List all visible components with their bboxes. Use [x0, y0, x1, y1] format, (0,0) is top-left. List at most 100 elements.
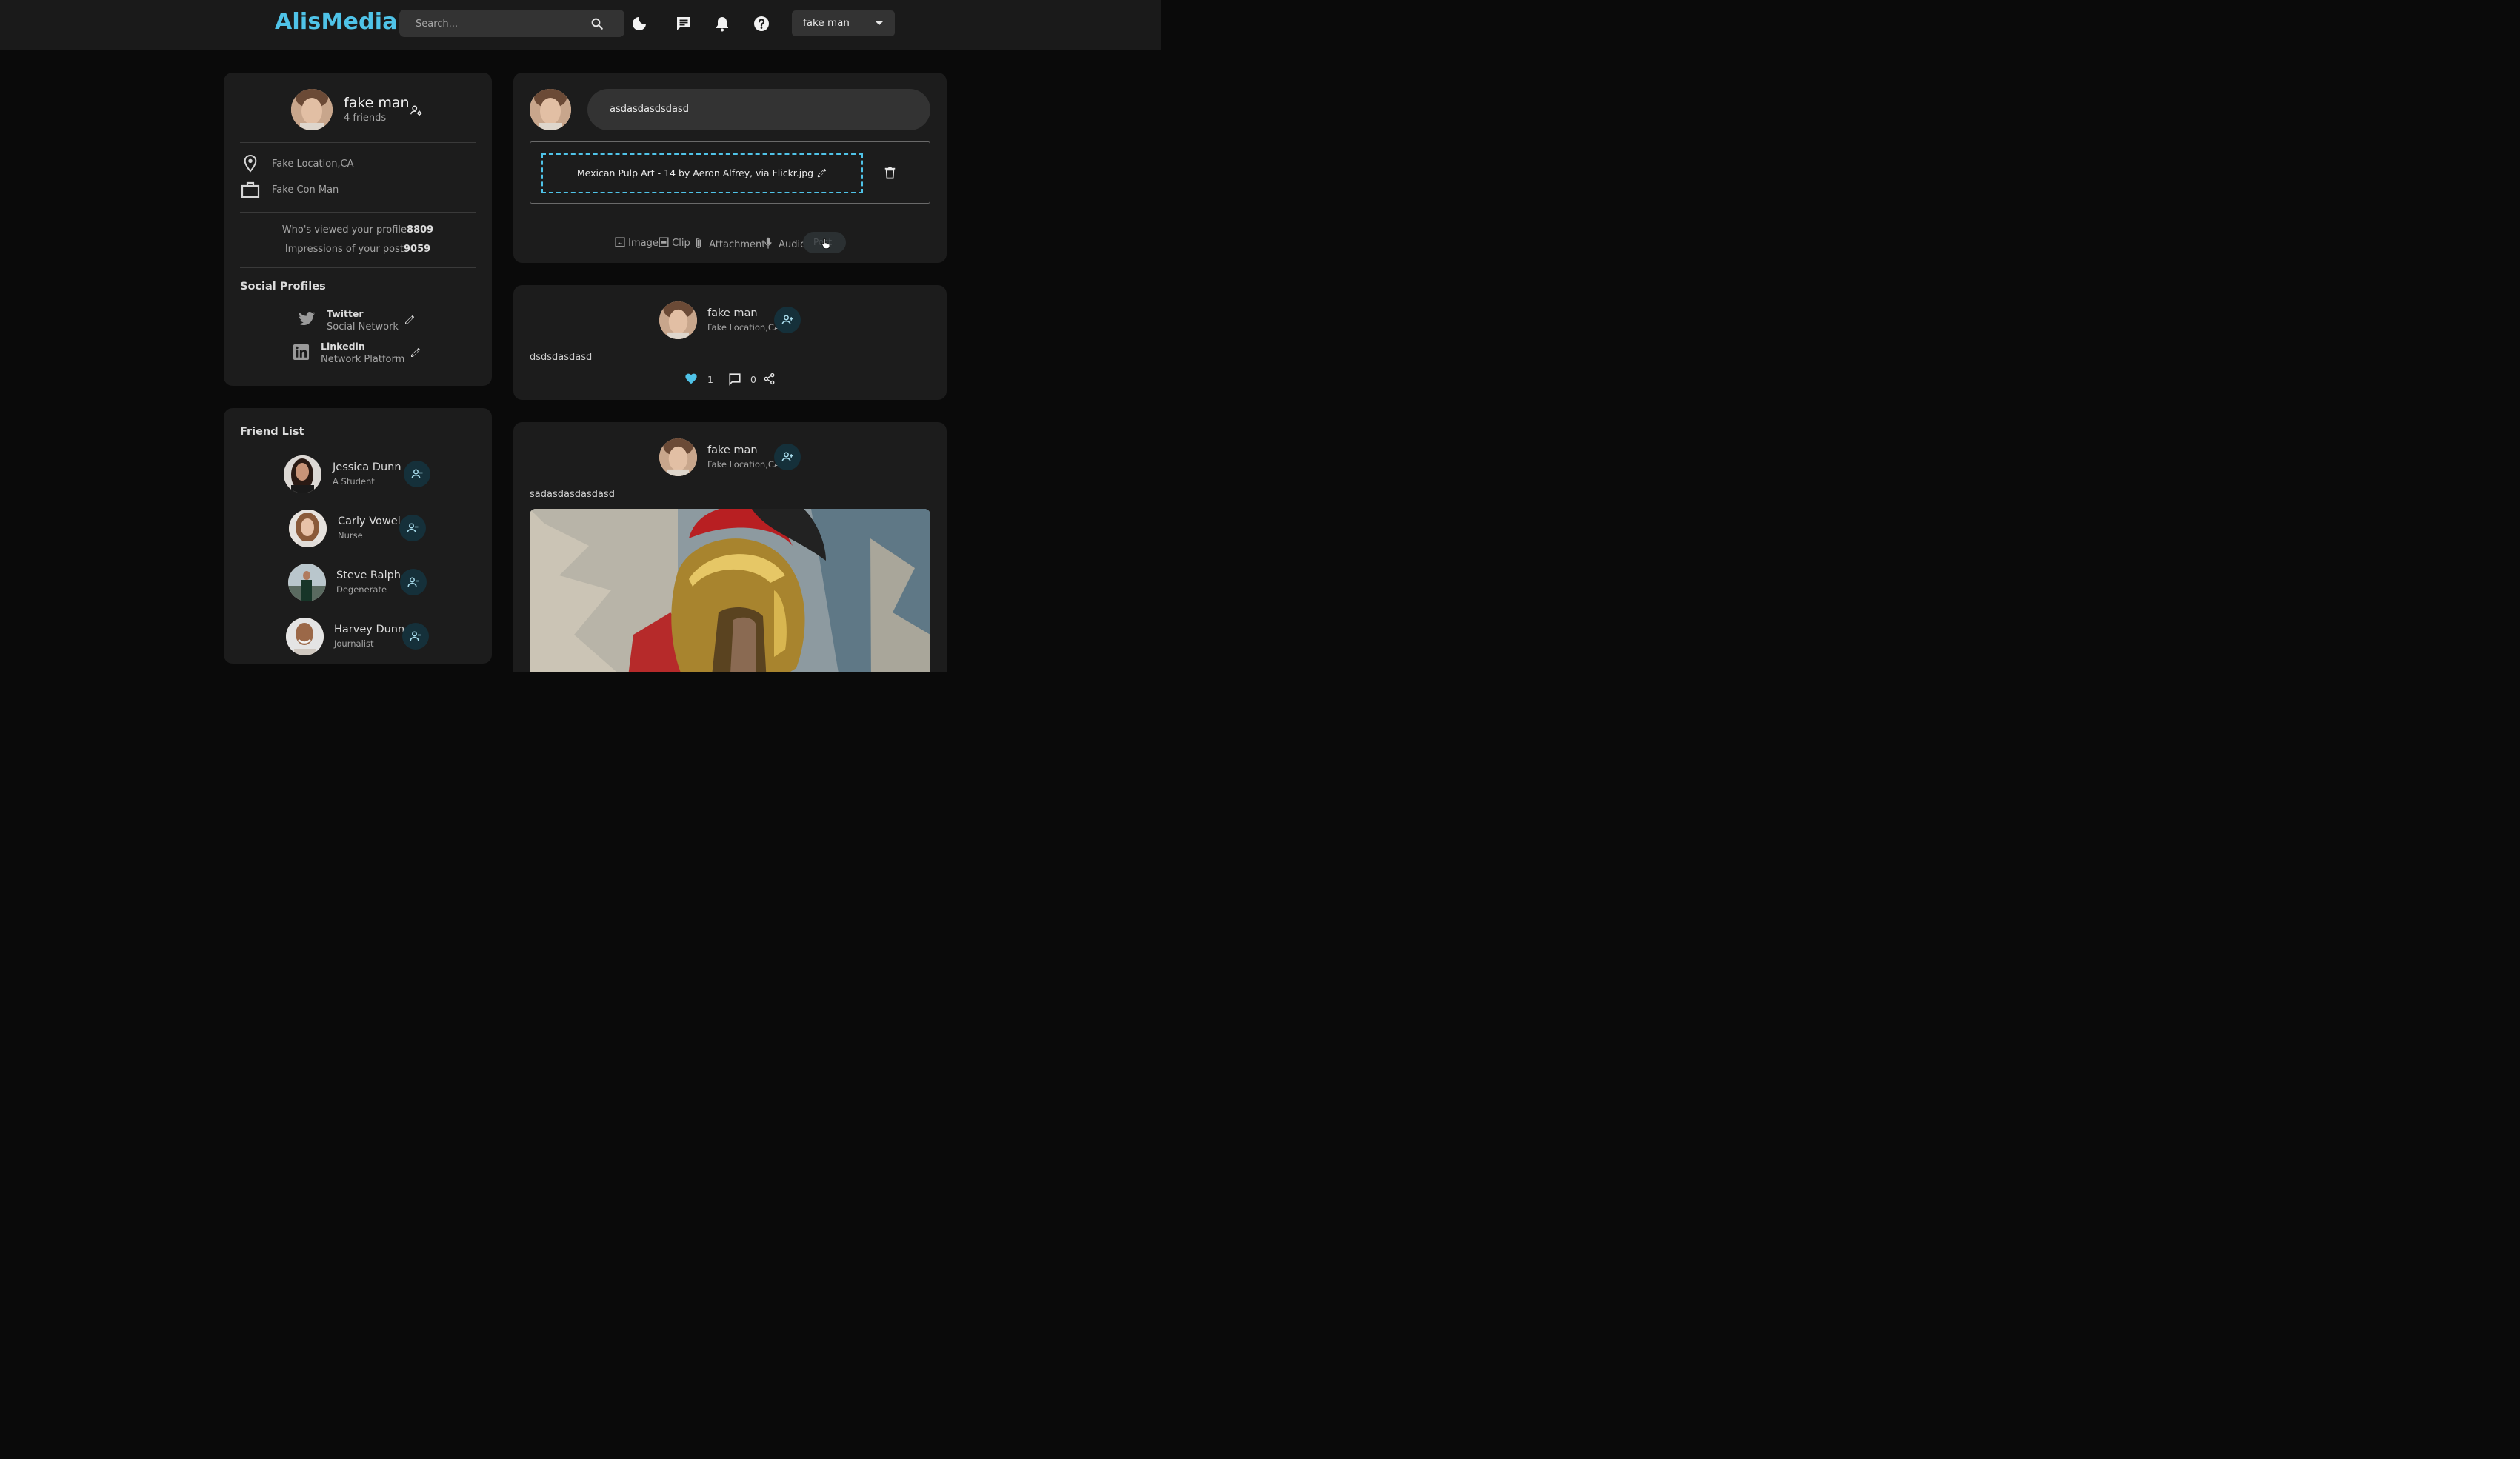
post-composer-card: asdasdasdsdasd Mexican Pulp Art - 14 by … [513, 73, 947, 263]
search-input[interactable] [414, 10, 587, 39]
friend-avatar[interactable] [288, 564, 326, 601]
post-author-name[interactable]: fake man [707, 444, 758, 456]
post-impressions-value: 9059 [403, 244, 431, 255]
friend-role: Journalist [334, 638, 374, 649]
edit-linkedin-icon[interactable] [410, 347, 421, 358]
post-text-value: asdasdasdsdasd [610, 104, 689, 115]
hand-pointer-cursor-icon [821, 238, 830, 250]
remove-friend-button[interactable] [400, 569, 427, 595]
post-author-avatar[interactable] [659, 438, 697, 476]
profile-name[interactable]: fake man [344, 95, 410, 111]
friend-avatar[interactable] [286, 618, 324, 655]
location-pin-icon [244, 154, 257, 173]
friend-avatar[interactable] [289, 510, 327, 547]
comment-icon[interactable] [728, 373, 741, 386]
edit-twitter-icon[interactable] [404, 314, 416, 326]
delete-attachment-icon[interactable] [884, 167, 896, 179]
post-button[interactable]: Post [803, 232, 846, 253]
image-icon [615, 237, 625, 247]
share-icon[interactable] [763, 373, 776, 385]
profile-views-value: 8809 [407, 224, 434, 236]
post-card: fake man Fake Location,CA dsdsdasdasd 1 … [513, 285, 947, 400]
search-icon[interactable] [590, 17, 604, 30]
work-briefcase-icon [241, 181, 260, 198]
help-icon[interactable] [753, 15, 770, 33]
dark-mode-icon[interactable] [630, 15, 648, 33]
friend-list-card: Friend List Jessica Dunn A Student Carly… [224, 408, 492, 664]
post-card: fake man Fake Location,CA sadasdasdasdas… [513, 422, 947, 672]
add-attachment-label: Attachment [709, 239, 766, 250]
friend-avatar[interactable] [284, 455, 321, 493]
friend-list-title: Friend List [240, 426, 304, 438]
profile-views-stat: Who's viewed your profile8809 [224, 224, 492, 236]
social-profiles-title: Social Profiles [240, 281, 326, 293]
microphone-icon [764, 237, 772, 249]
attached-file-name: Mexican Pulp Art - 14 by Aeron Alfrey, v… [576, 167, 814, 178]
twitter-icon [299, 312, 315, 326]
add-image-button[interactable]: Image [615, 237, 659, 249]
remove-friend-button[interactable] [404, 461, 430, 487]
top-navbar: AlisMedia fake man [0, 0, 1161, 50]
friend-name[interactable]: Harvey Dunn [334, 624, 404, 635]
divider [240, 212, 476, 213]
friend-role: Nurse [338, 530, 363, 541]
post-text: dsdsdasdasd [530, 352, 593, 363]
add-friend-button[interactable] [774, 307, 801, 333]
add-friend-icon [781, 452, 793, 462]
composer-avatar [530, 89, 571, 130]
search-box[interactable] [399, 10, 624, 39]
profile-views-label: Who's viewed your profile [281, 224, 407, 236]
heart-filled-icon[interactable] [684, 373, 698, 384]
add-attachment-button[interactable]: Attachment [694, 237, 765, 250]
app-logo[interactable]: AlisMedia [275, 9, 398, 35]
dropzone[interactable]: Mexican Pulp Art - 14 by Aeron Alfrey, v… [541, 153, 863, 193]
profile-card: fake man 4 friends Fake Location,CA Fake… [224, 73, 492, 386]
caret-down-icon [876, 21, 883, 25]
notifications-icon[interactable] [713, 15, 731, 33]
manage-account-icon[interactable] [410, 104, 423, 117]
attachment-box: Mexican Pulp Art - 14 by Aeron Alfrey, v… [530, 141, 930, 204]
post-impressions-label: Impressions of your post [284, 244, 404, 255]
linkedin-icon [293, 344, 310, 361]
friend-name[interactable]: Jessica Dunn [333, 461, 401, 473]
social-name-linkedin: Linkedin [321, 341, 365, 352]
add-image-label: Image [628, 238, 659, 249]
add-clip-button[interactable]: Clip [659, 237, 690, 249]
add-clip-label: Clip [672, 238, 690, 249]
post-image[interactable] [530, 509, 930, 672]
profile-location: Fake Location,CA [272, 158, 354, 170]
gif-box-icon [659, 237, 669, 247]
remove-friend-icon [407, 577, 419, 587]
remove-friend-button[interactable] [402, 623, 429, 650]
profile-avatar[interactable] [291, 89, 333, 130]
friend-role: Degenerate [336, 584, 387, 595]
divider [240, 142, 476, 143]
add-friend-icon [781, 315, 793, 325]
attached-file: Mexican Pulp Art - 14 by Aeron Alfrey, v… [543, 167, 861, 178]
remove-friend-icon [407, 523, 419, 533]
edit-file-icon[interactable] [816, 167, 827, 178]
post-text: sadasdasdasdasd [530, 489, 615, 500]
add-audio-button[interactable]: Audio [764, 237, 806, 250]
remove-friend-button[interactable] [399, 515, 426, 541]
post-author-name[interactable]: fake man [707, 307, 758, 319]
like-count: 1 [707, 374, 713, 385]
spartan-helmet-painting [530, 509, 930, 672]
post-text-input[interactable]: asdasdasdsdasd [587, 89, 930, 130]
remove-friend-icon [410, 631, 421, 641]
profile-occupation: Fake Con Man [272, 184, 339, 196]
post-author-location: Fake Location,CA [707, 459, 780, 470]
social-name-twitter: Twitter [327, 308, 364, 319]
user-select-value: fake man [803, 17, 850, 29]
social-desc-linkedin: Network Platform [321, 354, 405, 365]
comment-count: 0 [750, 374, 756, 385]
friend-role: A Student [333, 476, 375, 487]
add-friend-button[interactable] [774, 444, 801, 470]
messages-icon[interactable] [675, 15, 693, 33]
divider [240, 267, 476, 268]
friend-name[interactable]: Steve Ralph [336, 570, 401, 581]
post-author-avatar[interactable] [659, 301, 697, 339]
friend-name[interactable]: Carly Vowel [338, 515, 401, 527]
attachment-paperclip-icon [696, 238, 701, 249]
user-select-dropdown[interactable]: fake man [792, 10, 895, 36]
